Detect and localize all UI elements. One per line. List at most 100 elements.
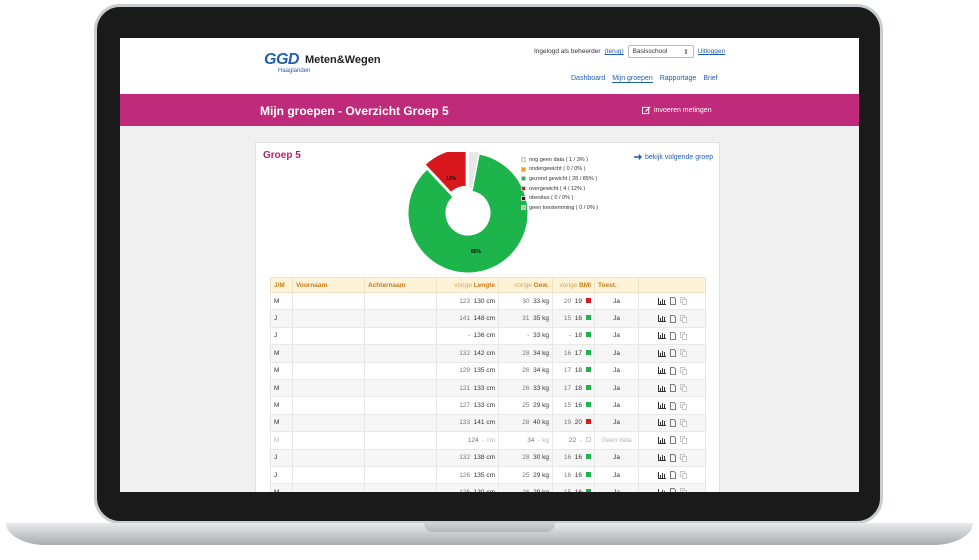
lengte-value: 133 cm (473, 384, 495, 392)
gewicht-value: 29 kg (533, 489, 549, 492)
col-lengte[interactable]: vorige Lengte (436, 277, 499, 293)
ggd-logo[interactable]: GGD Haaglanden Meten&Wegen (264, 51, 381, 74)
table-row[interactable]: M 127 133 cm 25 29 kg 15 16 Ja (270, 396, 706, 415)
chart-icon[interactable] (657, 384, 666, 392)
cell-achternaam (364, 291, 437, 311)
invoeren-metingen-button[interactable]: invoeren metingen (642, 106, 712, 115)
copy-icon[interactable] (679, 297, 687, 306)
col-lengte-vorige: vorige (454, 281, 472, 289)
document-icon[interactable] (669, 384, 676, 393)
col-voornaam[interactable]: Voornaam (292, 277, 365, 293)
cell-gewicht: 28 40 kg (498, 413, 553, 433)
document-icon[interactable] (669, 366, 676, 375)
cell-bmi: 17 18 (552, 378, 595, 398)
cell-bmi: 16 16 (552, 465, 595, 485)
copy-icon[interactable] (679, 471, 687, 479)
bmi-status-flag (586, 297, 591, 303)
prev-gewicht: 31 (522, 315, 530, 323)
nav-rapportage[interactable]: Rapportage (660, 75, 697, 83)
pie-slice-label: 85% (471, 249, 482, 255)
chart-icon[interactable] (657, 297, 666, 305)
prev-lengte: 141 (459, 315, 471, 323)
chart-icon[interactable] (657, 315, 666, 323)
chart-icon[interactable] (657, 419, 666, 427)
back-link[interactable]: (terug) (605, 48, 624, 55)
bmi-status-flag (586, 384, 591, 390)
chart-icon[interactable] (657, 402, 666, 410)
cell-toestemming: Ja (594, 326, 639, 346)
document-icon[interactable] (669, 453, 676, 462)
nav-dashboard[interactable]: Dashboard (571, 75, 605, 83)
cell-gewicht: 31 35 kg (498, 309, 553, 328)
chart-icon[interactable] (657, 454, 666, 462)
chart-icon[interactable] (657, 471, 666, 479)
cell-toestemming: Ja (594, 448, 639, 467)
logout-link[interactable]: Uitloggen (698, 48, 725, 55)
cell-achternaam (364, 465, 437, 485)
nav-brief[interactable]: Brief (703, 75, 717, 83)
cell-bmi: 15 16 (552, 309, 595, 328)
chart-icon[interactable] (657, 332, 666, 340)
students-table-body: M 123 130 cm 30 33 kg 20 19 Ja J 141 148 cm 31 … (270, 291, 706, 492)
cell-jm: J (270, 326, 293, 346)
cell-toestemming: Ja (594, 344, 639, 363)
cell-actions (638, 326, 706, 346)
cell-voornaam (292, 309, 365, 328)
table-row[interactable]: M 124 - cm 34 - kg 22 - Geen data (270, 431, 706, 450)
table-row[interactable]: M 133 141 cm 28 40 kg 19 20 Ja (270, 413, 706, 433)
prev-bmi: 15 (564, 489, 571, 492)
copy-icon[interactable] (679, 349, 687, 358)
copy-icon[interactable] (679, 332, 687, 340)
prev-lengte: 133 (459, 419, 471, 427)
col-achternaam[interactable]: Achternaam (364, 277, 437, 293)
next-group-link[interactable]: bekijk volgende groep (634, 153, 713, 161)
document-icon[interactable] (669, 471, 676, 479)
copy-icon[interactable] (679, 419, 687, 427)
document-icon[interactable] (669, 401, 676, 410)
document-icon[interactable] (669, 419, 676, 427)
cell-gewicht: 28 34 kg (498, 344, 553, 363)
table-row[interactable]: M 123 130 cm 30 33 kg 20 19 Ja (270, 291, 706, 311)
cell-voornaam (292, 291, 365, 311)
document-icon[interactable] (669, 332, 676, 340)
col-gewicht[interactable]: vorige Gew. (498, 277, 553, 293)
copy-icon[interactable] (679, 366, 687, 375)
copy-icon[interactable] (679, 384, 687, 393)
col-toestemming[interactable]: Toest. (594, 277, 639, 293)
document-icon[interactable] (669, 349, 676, 358)
bmi-status-flag (586, 332, 591, 338)
chart-icon[interactable] (657, 367, 666, 375)
nav-mijn-groepen[interactable]: Mijn groepen (612, 75, 653, 83)
copy-icon[interactable] (679, 401, 687, 410)
copy-icon[interactable] (679, 436, 687, 445)
table-row[interactable]: M126 130 cm26 29 kg15 16Ja (270, 483, 706, 492)
document-icon[interactable] (669, 314, 676, 323)
bmi-value: 20 (574, 419, 582, 427)
col-jm[interactable]: J/M (270, 277, 293, 293)
copy-icon[interactable] (679, 488, 687, 492)
gewicht-value: - kg (538, 436, 549, 444)
lengte-value: 135 cm (473, 471, 495, 479)
cell-toestemming: Ja (594, 309, 639, 328)
lengte-value: 133 cm (473, 402, 495, 410)
table-row[interactable]: M 129 135 cm 26 34 kg 17 18 Ja (270, 361, 706, 380)
table-row[interactable]: J 132 138 cm 28 30 kg 16 16 Ja (270, 448, 706, 467)
table-row[interactable]: M 121 133 cm 26 33 kg 17 18 Ja (270, 378, 706, 398)
copy-icon[interactable] (679, 314, 687, 323)
document-icon[interactable] (669, 488, 676, 492)
cell-jm: J (270, 309, 293, 328)
bmi-status-flag (586, 315, 591, 321)
table-row[interactable]: M 132 142 cm 28 34 kg 16 17 Ja (270, 344, 706, 363)
col-bmi[interactable]: vorige BMI (552, 277, 595, 293)
chart-icon[interactable] (657, 436, 666, 444)
document-icon[interactable] (669, 436, 676, 445)
school-select[interactable]: Basisschool ⇕ (627, 45, 694, 58)
copy-icon[interactable] (679, 453, 687, 462)
table-row[interactable]: J- 136 cm - 33 kg - 18 Ja (270, 326, 706, 346)
table-row[interactable]: J 126 135 cm 25 29 kg 16 16 Ja (270, 465, 706, 485)
table-row[interactable]: J 141 148 cm 31 35 kg 15 16 Ja (270, 309, 706, 328)
document-icon[interactable] (669, 297, 676, 306)
chart-icon[interactable] (657, 488, 666, 492)
legend-item: gezond gewicht ( 28 / 85% ) (521, 174, 598, 184)
chart-icon[interactable] (657, 349, 666, 357)
